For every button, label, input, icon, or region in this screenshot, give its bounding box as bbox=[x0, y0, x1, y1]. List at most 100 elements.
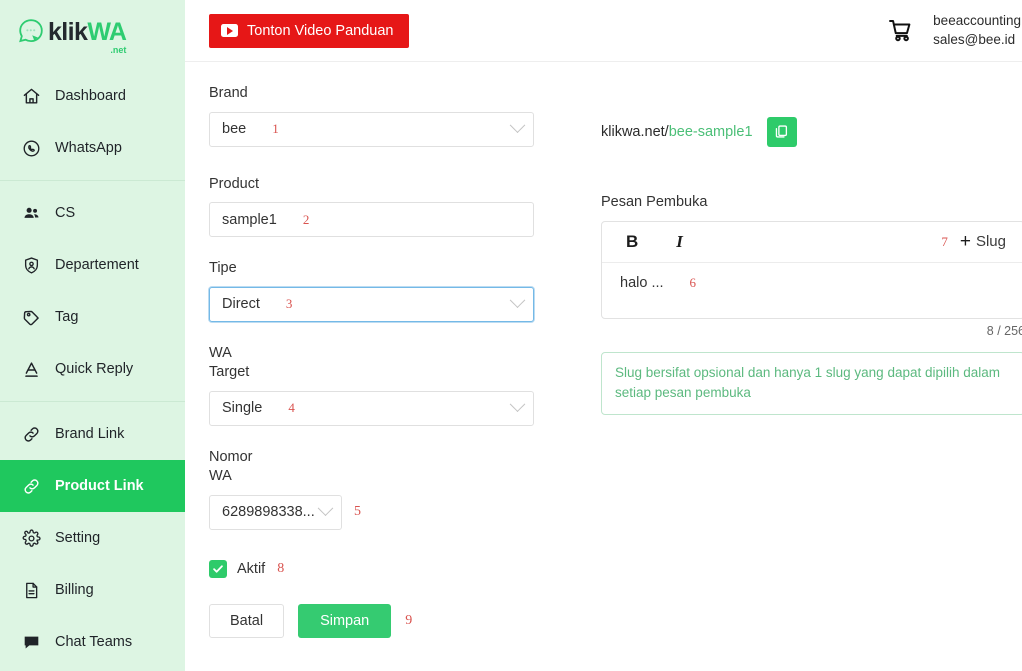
topbar: Tonton Video Panduan beeaccounting sales… bbox=[185, 0, 1022, 62]
annotation-6: 6 bbox=[689, 274, 697, 290]
product-value: sample1 bbox=[222, 211, 277, 228]
nomor-wa-select[interactable]: 6289898338... bbox=[209, 494, 342, 530]
chevron-down-icon bbox=[317, 500, 334, 516]
home-icon bbox=[22, 87, 41, 106]
account-email: sales@bee.id bbox=[933, 31, 1016, 47]
annotation-8: 8 bbox=[277, 560, 285, 576]
sidebar-item-dashboard[interactable]: Dashboard bbox=[0, 70, 185, 122]
sidebar-item-billing[interactable]: Billing bbox=[0, 564, 185, 616]
sidebar-item-setting[interactable]: Setting bbox=[0, 512, 185, 564]
document-icon bbox=[22, 581, 41, 600]
whatsapp-cursor-logo-icon bbox=[18, 18, 44, 44]
editor-toolbar-right: 7 + Slug bbox=[941, 231, 1012, 252]
slug-hint-box: Slug bersifat opsional dan hanya 1 slug … bbox=[601, 351, 1022, 416]
sidebar-nav: Dashboard WhatsApp CS Departement Tag Qu… bbox=[0, 62, 185, 668]
wa-target-select[interactable]: Single 4 bbox=[209, 390, 534, 426]
annotation-1: 1 bbox=[272, 121, 279, 137]
sidebar-item-label: Billing bbox=[55, 582, 94, 598]
shield-user-icon bbox=[22, 256, 41, 275]
logo-text-wa: WA bbox=[87, 18, 127, 46]
chevron-down-icon bbox=[509, 292, 526, 308]
sidebar-item-label: Departement bbox=[55, 257, 139, 273]
pesan-pembuka-label: Pesan Pembuka bbox=[601, 194, 708, 210]
annotation-7: 7 bbox=[941, 233, 948, 249]
bold-button[interactable]: B bbox=[620, 231, 644, 253]
add-slug-label: Slug bbox=[975, 233, 1006, 251]
editor-body[interactable]: halo ... 6 bbox=[602, 263, 1022, 318]
url-preview-row: klikwa.net/bee-sample1 bbox=[601, 114, 1022, 149]
watch-guide-video-button[interactable]: Tonton Video Panduan bbox=[209, 13, 410, 48]
nomor-wa-selected-value: 6289898338... bbox=[222, 504, 315, 521]
text-a-icon bbox=[22, 360, 41, 379]
tipe-label: Tipe bbox=[209, 260, 237, 277]
url-slug: bee-sample1 bbox=[668, 123, 753, 140]
aktif-checkbox[interactable] bbox=[209, 559, 227, 578]
pesan-pembuka-editor: B I 7 + Slug halo ... 6 bbox=[601, 220, 1022, 319]
sidebar-item-departement[interactable]: Departement bbox=[0, 239, 185, 291]
annotation-3: 3 bbox=[285, 296, 293, 312]
italic-button[interactable]: I bbox=[670, 231, 689, 253]
brand-label: Brand bbox=[209, 85, 248, 101]
editor-body-text: halo ... bbox=[620, 274, 664, 291]
topbar-right-group: beeaccounting sales@bee.id bbox=[887, 12, 1022, 48]
brand-selected-value: bee bbox=[222, 121, 247, 138]
youtube-play-icon bbox=[221, 24, 238, 37]
wa-target-label: WA Target bbox=[209, 344, 250, 381]
nomor-wa-row: 6289898338... 5 bbox=[209, 494, 569, 530]
sidebar-item-product-link[interactable]: Product Link bbox=[0, 460, 185, 512]
product-label: Product bbox=[209, 175, 259, 192]
chevron-down-icon bbox=[509, 117, 526, 133]
users-icon bbox=[22, 204, 41, 223]
brand-select[interactable]: bee 1 bbox=[209, 111, 534, 147]
sidebar-item-tag[interactable]: Tag bbox=[0, 291, 185, 343]
plus-icon: + bbox=[959, 231, 971, 253]
check-icon bbox=[213, 565, 223, 573]
whatsapp-icon bbox=[22, 139, 41, 158]
logo-text-net: .net bbox=[110, 45, 127, 55]
aktif-row: Aktif 8 bbox=[209, 559, 569, 578]
editor-toolbar: B I 7 + Slug bbox=[602, 222, 1022, 263]
add-slug-button[interactable]: + Slug bbox=[954, 231, 1012, 252]
save-button[interactable]: Simpan bbox=[298, 603, 392, 638]
character-counter: 8 / 256 bbox=[986, 323, 1022, 338]
sidebar: klikWA .net Dashboard WhatsApp CS Depart… bbox=[0, 0, 185, 671]
copy-url-button[interactable] bbox=[766, 116, 797, 147]
shopping-cart-icon[interactable] bbox=[887, 17, 915, 45]
sidebar-item-whatsapp[interactable]: WhatsApp bbox=[0, 122, 185, 174]
watch-guide-video-label: Tonton Video Panduan bbox=[247, 22, 394, 39]
app-root: klikWA .net Dashboard WhatsApp CS Depart… bbox=[0, 0, 1022, 671]
form-right-column: klikwa.net/bee-sample1 Pesan Pembuka B I bbox=[601, 84, 1022, 671]
sidebar-item-chat-teams[interactable]: Chat Teams bbox=[0, 616, 185, 668]
tipe-selected-value: Direct bbox=[222, 296, 260, 313]
copy-icon bbox=[775, 125, 788, 138]
sidebar-item-label: CS bbox=[55, 205, 76, 221]
gear-icon bbox=[22, 529, 41, 548]
sidebar-item-label: Tag bbox=[55, 309, 79, 325]
tipe-select[interactable]: Direct 3 bbox=[209, 286, 534, 322]
chevron-down-icon bbox=[509, 396, 526, 412]
sidebar-item-label: WhatsApp bbox=[55, 140, 122, 156]
form-actions: Batal Simpan 9 bbox=[209, 603, 569, 638]
sidebar-item-quick-reply[interactable]: Quick Reply bbox=[0, 343, 185, 395]
logo-text-klik: klik bbox=[48, 18, 88, 46]
account-menu[interactable]: beeaccounting sales@bee.id bbox=[933, 12, 1021, 48]
link-icon bbox=[22, 425, 41, 444]
cancel-button[interactable]: Batal bbox=[209, 603, 285, 638]
annotation-2: 2 bbox=[302, 211, 310, 227]
form-left-column: Brand bee 1 Product sample1 2 Tipe Direc… bbox=[209, 84, 569, 671]
sidebar-item-brand-link[interactable]: Brand Link bbox=[0, 408, 185, 460]
sidebar-item-label: Quick Reply bbox=[55, 361, 134, 377]
aktif-label: Aktif bbox=[237, 560, 266, 577]
sidebar-item-label: Dashboard bbox=[55, 88, 126, 104]
content-area: Brand bee 1 Product sample1 2 Tipe Direc… bbox=[185, 62, 1022, 671]
sidebar-item-label: Brand Link bbox=[55, 426, 125, 442]
annotation-5: 5 bbox=[354, 504, 361, 520]
app-logo[interactable]: klikWA .net bbox=[0, 0, 185, 62]
product-input[interactable]: sample1 2 bbox=[209, 202, 534, 238]
link-icon bbox=[22, 477, 41, 496]
tag-icon bbox=[22, 308, 41, 327]
sidebar-item-cs[interactable]: CS bbox=[0, 187, 185, 239]
sidebar-divider bbox=[0, 401, 185, 402]
main-area: Tonton Video Panduan beeaccounting sales… bbox=[185, 0, 1022, 671]
chat-icon bbox=[22, 633, 41, 652]
